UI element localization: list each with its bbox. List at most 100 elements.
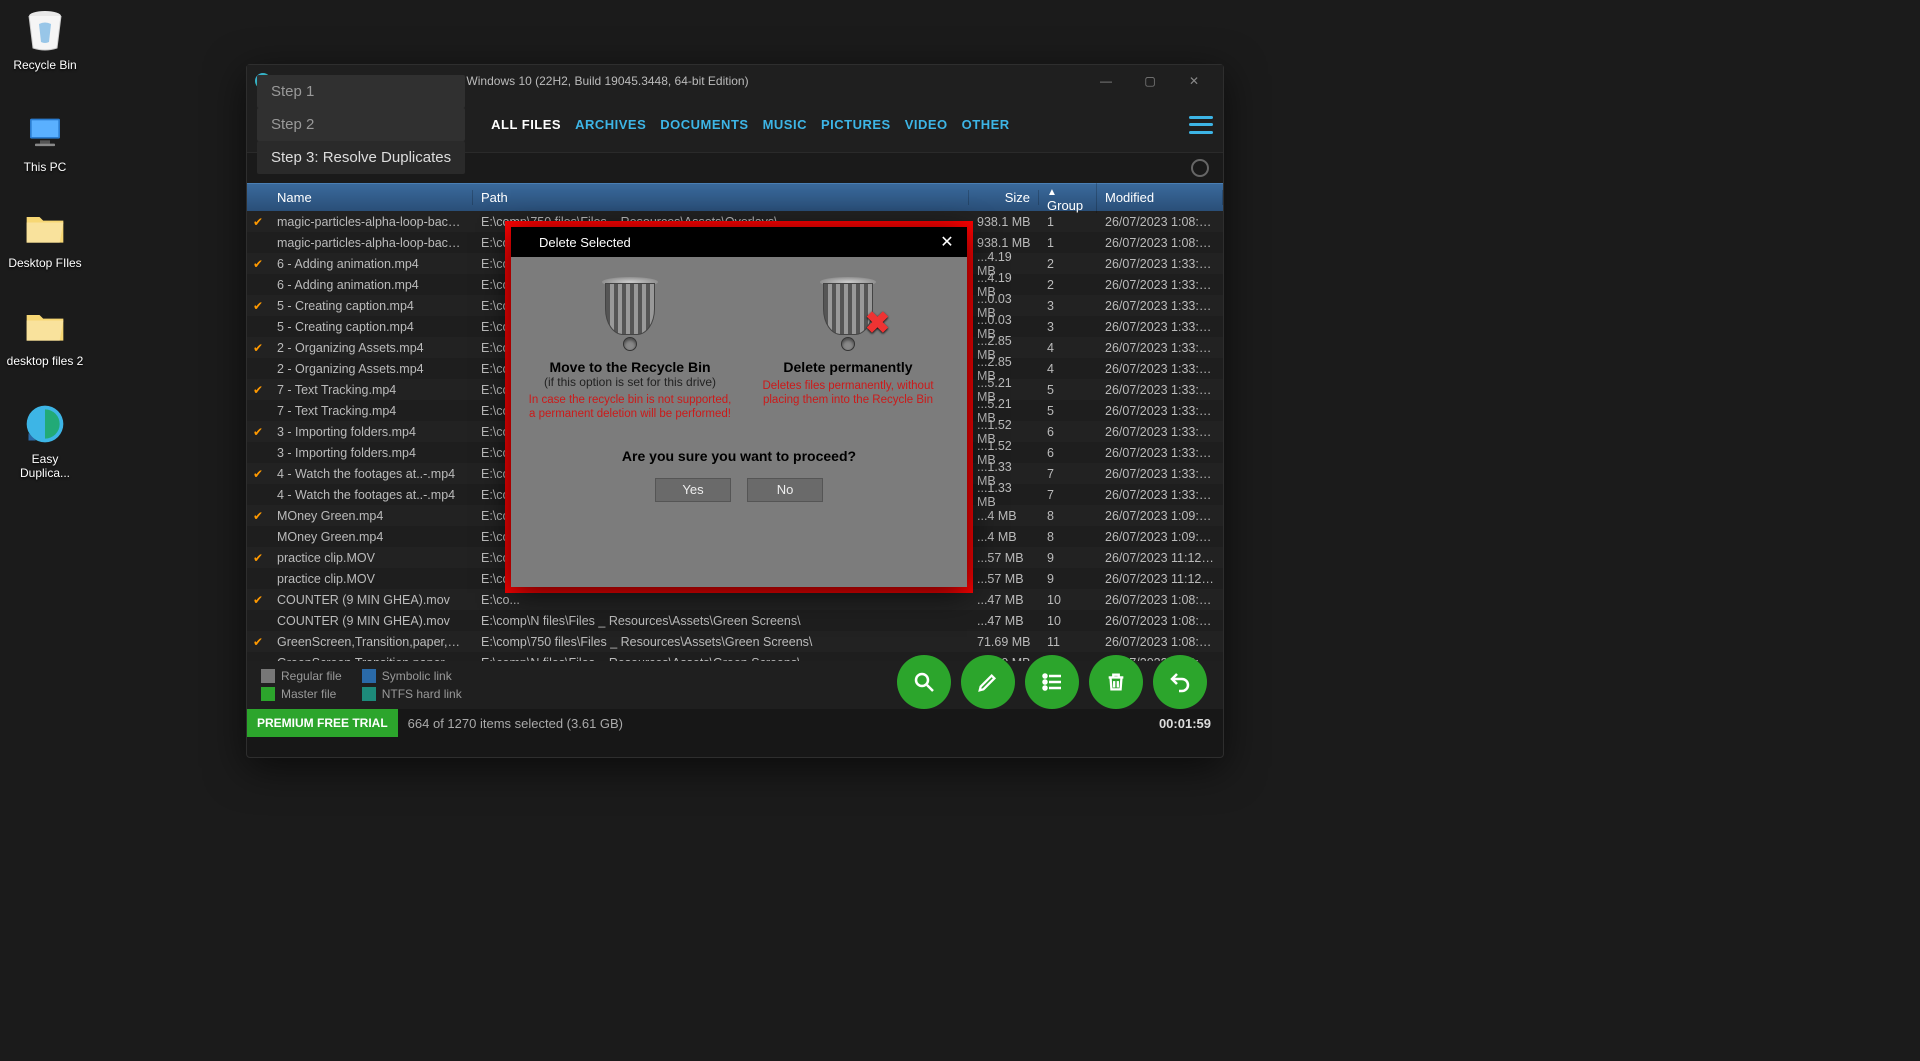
- desktop-icon-desktop-files[interactable]: Desktop FIles: [5, 204, 85, 270]
- cell-size: ...4 MB: [969, 509, 1039, 523]
- legend-master-file: Master file: [261, 687, 342, 701]
- toolbar: Step 1Step 2Step 3: Resolve Duplicates A…: [247, 97, 1223, 153]
- cell-name: MOney Green.mp4: [269, 530, 473, 544]
- table-header: Name Path Size ▲ Group Modified: [247, 183, 1223, 211]
- filter-music[interactable]: MUSIC: [763, 117, 807, 132]
- cell-name: 6 - Adding animation.mp4: [269, 278, 473, 292]
- row-checkbox[interactable]: ✔: [247, 593, 269, 607]
- table-row[interactable]: ✔GreenScreen,Transition,paper,news,p...E…: [247, 631, 1223, 652]
- undo-button[interactable]: [1153, 655, 1207, 709]
- cell-group: 8: [1039, 509, 1097, 523]
- radio-recycle[interactable]: [623, 337, 637, 351]
- cell-size: ...47 MB: [969, 593, 1039, 607]
- cell-name: practice clip.MOV: [269, 572, 473, 586]
- filter-allfiles[interactable]: ALL FILES: [491, 117, 561, 132]
- row-checkbox[interactable]: ✔: [247, 299, 269, 313]
- permanent-delete-icon: ✖: [816, 273, 880, 337]
- cell-name: 4 - Watch the footages at..-.mp4: [269, 467, 473, 481]
- dialog-titlebar[interactable]: Delete Selected ✕: [511, 227, 967, 257]
- column-size[interactable]: Size: [969, 190, 1039, 205]
- cell-modified: 26/07/2023 1:33:3...: [1097, 362, 1223, 376]
- maximize-button[interactable]: ▢: [1129, 67, 1171, 95]
- close-button[interactable]: ✕: [1173, 67, 1215, 95]
- edit-button[interactable]: [961, 655, 1015, 709]
- filter-archives[interactable]: ARCHIVES: [575, 117, 646, 132]
- cell-name: 7 - Text Tracking.mp4: [269, 404, 473, 418]
- cell-name: GreenScreen,Transition,paper,news,p...: [269, 635, 473, 649]
- cell-name: MOney Green.mp4: [269, 509, 473, 523]
- cell-size: ...57 MB: [969, 572, 1039, 586]
- column-group[interactable]: ▲ Group: [1039, 183, 1097, 213]
- delete-button[interactable]: [1089, 655, 1143, 709]
- desktop-icon-this-pc[interactable]: This PC: [5, 108, 85, 174]
- option-permanent[interactable]: ✖ Delete permanently Deletes files perma…: [743, 273, 953, 422]
- sort-asc-icon: ▲: [1047, 187, 1057, 198]
- cell-group: 5: [1039, 404, 1097, 418]
- legend-swatch: [362, 669, 376, 683]
- cell-modified: 26/07/2023 1:33:5...: [1097, 257, 1223, 271]
- legend-ntfs-hard-link: NTFS hard link: [362, 687, 462, 701]
- eye-icon[interactable]: [1191, 159, 1209, 177]
- row-checkbox[interactable]: ✔: [247, 341, 269, 355]
- select-button[interactable]: [1025, 655, 1079, 709]
- cell-group: 2: [1039, 257, 1097, 271]
- cell-group: 11: [1039, 635, 1097, 649]
- desktop-icon-label: Easy Duplica...: [5, 452, 85, 481]
- cell-modified: 26/07/2023 1:33:3...: [1097, 383, 1223, 397]
- action-bar: [897, 655, 1207, 709]
- cell-modified: 26/07/2023 1:33:2...: [1097, 446, 1223, 460]
- minimize-button[interactable]: —: [1085, 67, 1127, 95]
- row-checkbox[interactable]: ✔: [247, 551, 269, 565]
- table-row[interactable]: ✔COUNTER (9 MIN GHEA).movE:\comp\N files…: [247, 610, 1223, 631]
- delete-dialog: Delete Selected ✕ Move to the Recycle Bi…: [511, 227, 967, 587]
- cell-name: practice clip.MOV: [269, 551, 473, 565]
- option-recycle[interactable]: Move to the Recycle Bin (if this option …: [525, 273, 735, 422]
- filter-video[interactable]: VIDEO: [905, 117, 948, 132]
- cell-name: 5 - Creating caption.mp4: [269, 320, 473, 334]
- legend-regular-file: Regular file: [261, 669, 342, 683]
- yes-button[interactable]: Yes: [655, 478, 731, 502]
- cell-modified: 26/07/2023 1:08:4...: [1097, 614, 1223, 628]
- row-checkbox[interactable]: ✔: [247, 257, 269, 271]
- cell-modified: 26/07/2023 1:08:4...: [1097, 635, 1223, 649]
- recycle-bin-icon: [598, 273, 662, 337]
- cell-name: 5 - Creating caption.mp4: [269, 299, 473, 313]
- desktop-files-2-icon: [21, 302, 69, 350]
- desktop-icon-desktop-files-2[interactable]: desktop files 2: [5, 302, 85, 368]
- cell-modified: 26/07/2023 1:08:4...: [1097, 593, 1223, 607]
- desktop-icon-label: Recycle Bin: [5, 58, 85, 72]
- hamburger-menu-icon[interactable]: [1189, 116, 1213, 134]
- filter-pictures[interactable]: PICTURES: [821, 117, 891, 132]
- legend-swatch: [261, 687, 275, 701]
- row-checkbox[interactable]: ✔: [247, 383, 269, 397]
- column-modified[interactable]: Modified: [1097, 190, 1223, 205]
- column-name[interactable]: Name: [269, 190, 473, 205]
- row-checkbox[interactable]: ✔: [247, 425, 269, 439]
- no-button[interactable]: No: [747, 478, 823, 502]
- step-2-button[interactable]: Step 2: [257, 108, 465, 141]
- cell-group: 3: [1039, 320, 1097, 334]
- legend-swatch: [362, 687, 376, 701]
- row-checkbox[interactable]: ✔: [247, 467, 269, 481]
- red-x-icon: ✖: [865, 306, 890, 341]
- filter-documents[interactable]: DOCUMENTS: [660, 117, 748, 132]
- radio-permanent[interactable]: [841, 337, 855, 351]
- step-3-button[interactable]: Step 3: Resolve Duplicates: [257, 141, 465, 174]
- cell-path: E:\co...: [473, 593, 969, 607]
- step-1-button[interactable]: Step 1: [257, 75, 465, 108]
- dialog-close-icon[interactable]: ✕: [935, 230, 959, 254]
- premium-badge[interactable]: PREMIUM FREE TRIAL: [247, 709, 398, 737]
- easy-duplicate-icon: [21, 400, 69, 448]
- row-checkbox[interactable]: ✔: [247, 215, 269, 229]
- cell-name: 2 - Organizing Assets.mp4: [269, 362, 473, 376]
- desktop-icon-label: This PC: [5, 160, 85, 174]
- column-path[interactable]: Path: [473, 190, 969, 205]
- row-checkbox[interactable]: ✔: [247, 635, 269, 649]
- filter-other[interactable]: OTHER: [962, 117, 1010, 132]
- row-checkbox[interactable]: ✔: [247, 509, 269, 523]
- cell-name: COUNTER (9 MIN GHEA).mov: [269, 593, 473, 607]
- desktop-icon-recycle-bin[interactable]: Recycle Bin: [5, 6, 85, 72]
- desktop-icon-easy-duplicate[interactable]: Easy Duplica...: [5, 400, 85, 481]
- cell-size: 938.1 MB: [969, 236, 1039, 250]
- search-button[interactable]: [897, 655, 951, 709]
